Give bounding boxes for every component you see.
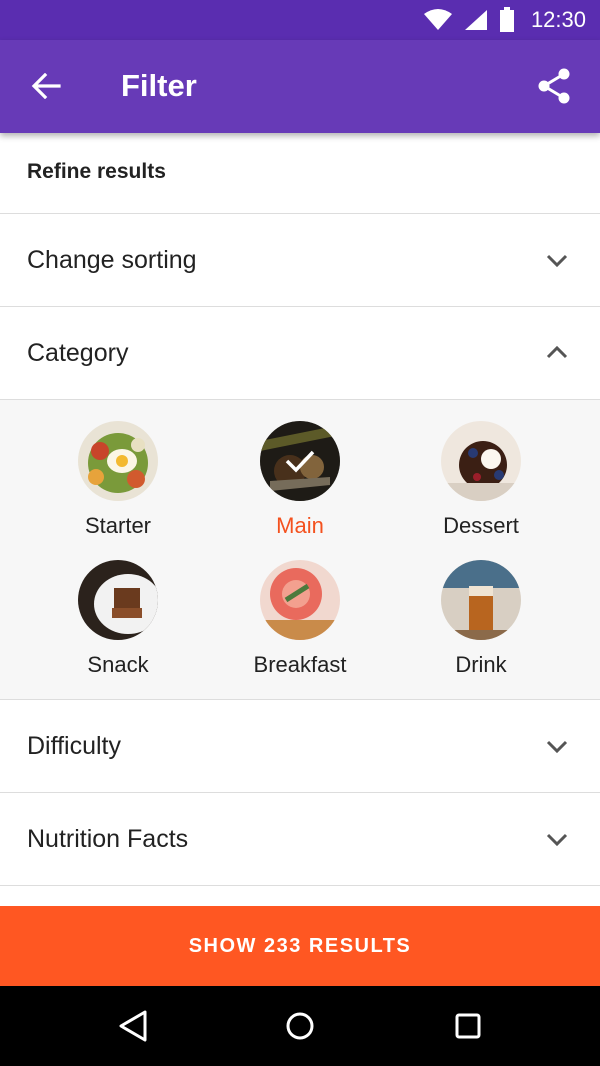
- category-main[interactable]: Main: [220, 421, 380, 539]
- section-label: Change sorting: [27, 246, 197, 274]
- category-grid: Starter Main Dessert Snack Breakfast Dri…: [0, 400, 600, 700]
- status-time: 12:30: [530, 7, 586, 32]
- section-change-sorting[interactable]: Change sorting: [0, 214, 600, 307]
- cell-signal-icon: [464, 10, 487, 30]
- square-recents-icon: [455, 1013, 481, 1039]
- share-icon: [538, 68, 570, 104]
- show-results-button[interactable]: SHOW 233 RESULTS: [0, 906, 600, 986]
- section-label: Difficulty: [27, 732, 122, 760]
- starter-image: [78, 421, 158, 501]
- snack-image: [78, 560, 158, 640]
- arrow-left-icon: [31, 73, 61, 99]
- chevron-down-icon: [546, 254, 568, 268]
- circle-home-icon: [286, 1012, 314, 1040]
- section-category[interactable]: Category: [0, 307, 600, 400]
- refine-results-header: Refine results: [0, 133, 600, 214]
- triangle-back-icon: [119, 1010, 147, 1042]
- category-label: Snack: [87, 652, 149, 677]
- share-button[interactable]: [532, 64, 576, 108]
- section-difficulty[interactable]: Difficulty: [0, 700, 600, 793]
- chevron-down-icon: [546, 833, 568, 847]
- nav-home-button[interactable]: [280, 1006, 320, 1046]
- dessert-image: [441, 421, 521, 501]
- refine-results-title: Refine results: [27, 160, 166, 183]
- nav-recents-button[interactable]: [448, 1006, 488, 1046]
- drink-image: [441, 560, 521, 640]
- section-label: Category: [27, 339, 129, 367]
- category-drink[interactable]: Drink: [401, 560, 561, 678]
- section-nutrition-facts[interactable]: Nutrition Facts: [0, 793, 600, 886]
- check-icon: [285, 450, 315, 473]
- page-title: Filter: [121, 68, 197, 103]
- category-starter[interactable]: Starter: [38, 421, 198, 539]
- category-breakfast[interactable]: Breakfast: [220, 560, 380, 678]
- chevron-up-icon: [546, 345, 568, 359]
- chevron-down-icon: [546, 740, 568, 754]
- nav-back-button[interactable]: [113, 1006, 153, 1046]
- back-button[interactable]: [26, 66, 66, 106]
- category-label: Breakfast: [253, 652, 347, 677]
- wifi-icon: [423, 9, 452, 30]
- category-label: Main: [276, 513, 324, 538]
- battery-icon: [499, 7, 514, 32]
- section-label: Nutrition Facts: [27, 825, 189, 853]
- app-bar: Filter: [0, 40, 600, 133]
- status-bar: 12:30: [0, 0, 600, 40]
- category-dessert[interactable]: Dessert: [401, 421, 561, 539]
- system-nav-bar: [0, 986, 600, 1066]
- category-label: Dessert: [443, 513, 519, 538]
- status-icons: 12:30: [423, 0, 586, 40]
- category-label: Starter: [84, 513, 152, 538]
- main-image: [260, 421, 340, 501]
- category-label: Drink: [455, 652, 507, 677]
- category-snack[interactable]: Snack: [38, 560, 198, 678]
- breakfast-image: [260, 560, 340, 640]
